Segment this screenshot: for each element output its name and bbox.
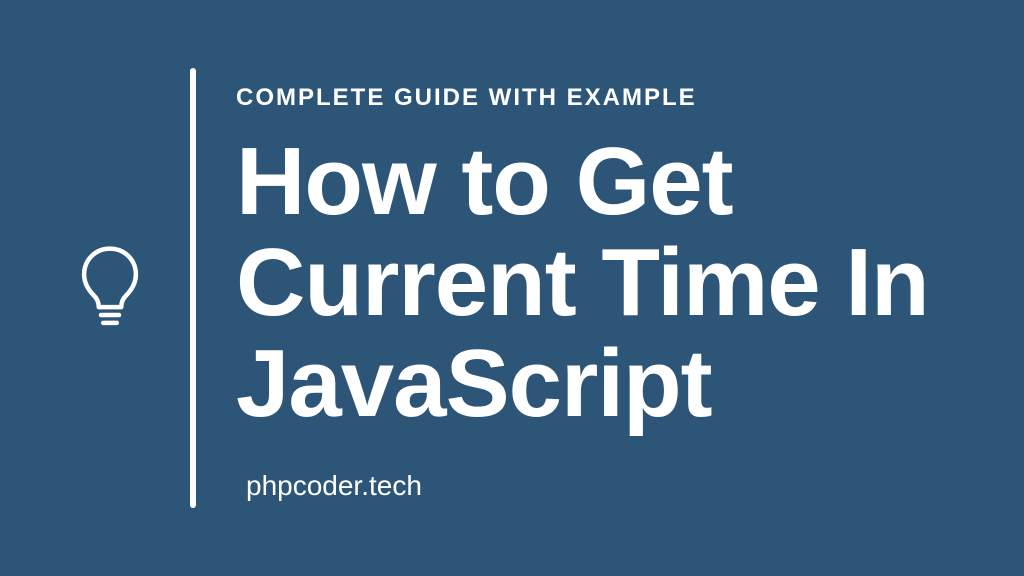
content-area: COMPLETE GUIDE WITH EXAMPLE How to Get C… (236, 74, 964, 501)
title-text: How to Get Current Time In JavaScript (236, 132, 964, 434)
icon-wrapper (60, 243, 160, 333)
footer-text: phpcoder.tech (246, 470, 964, 502)
main-container: COMPLETE GUIDE WITH EXAMPLE How to Get C… (0, 0, 1024, 576)
vertical-divider (190, 68, 196, 508)
subtitle-text: COMPLETE GUIDE WITH EXAMPLE (236, 84, 964, 112)
lightbulb-icon (75, 243, 145, 333)
